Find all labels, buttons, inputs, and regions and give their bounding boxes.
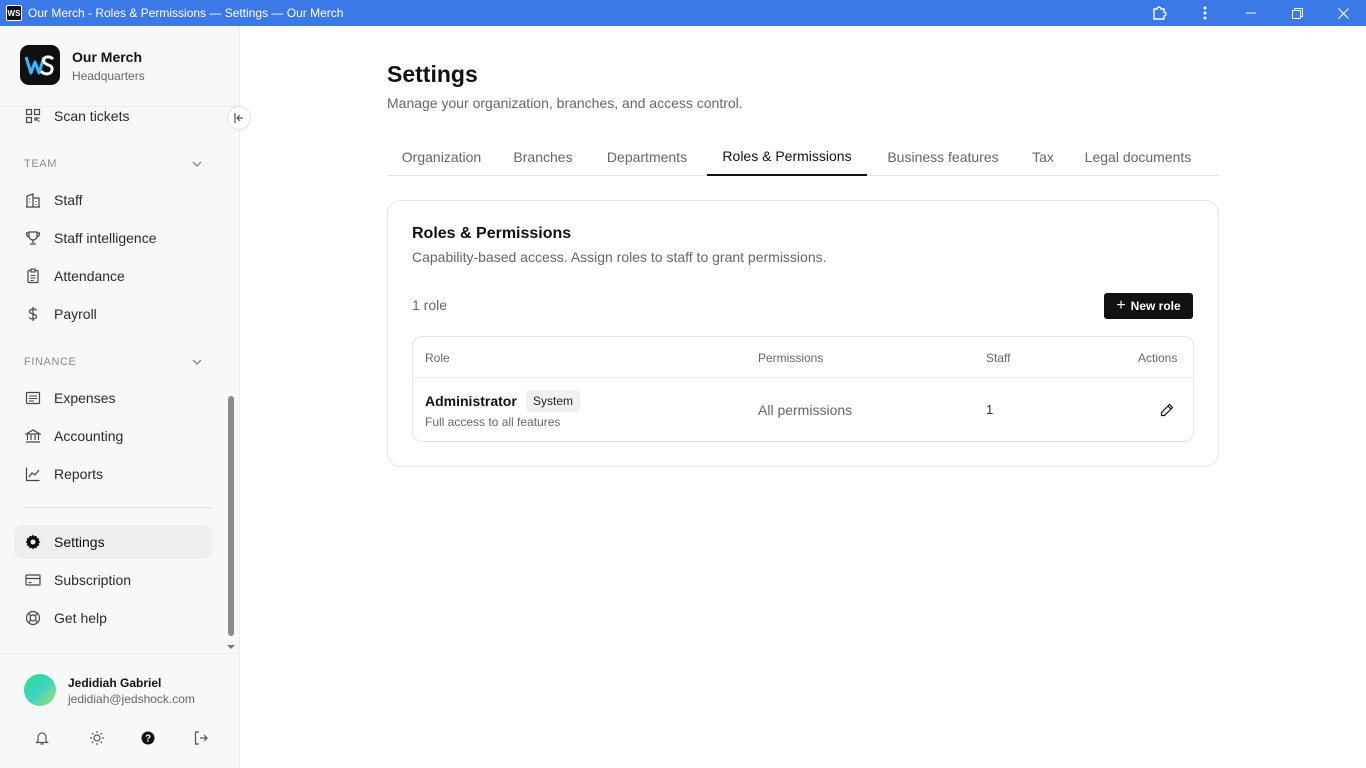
credit-card-icon xyxy=(24,571,42,589)
svg-text:?: ? xyxy=(145,734,151,745)
sidebar-item-label: Scan tickets xyxy=(54,108,130,124)
sidebar-item-subscription[interactable]: Subscription xyxy=(14,563,212,597)
building-icon xyxy=(24,191,42,209)
sidebar-item-label: Reports xyxy=(54,466,104,482)
extensions-icon[interactable] xyxy=(1136,0,1182,26)
sidebar-item-expenses[interactable]: Expenses xyxy=(14,381,212,415)
card-subtitle: Capability-based access. Assign roles to… xyxy=(412,249,827,265)
bank-icon xyxy=(24,427,42,445)
receipt-icon xyxy=(24,389,42,407)
org-subtitle: Headquarters xyxy=(72,69,145,83)
chevron-down-icon xyxy=(192,359,202,365)
gear-icon xyxy=(24,533,42,551)
user-email: jedidiah@jedshock.com xyxy=(68,692,195,706)
sidebar-item-label: Staff intelligence xyxy=(54,230,157,246)
roles-table: Role Permissions Staff Actions Administr… xyxy=(412,336,1194,442)
theme-sun-icon[interactable] xyxy=(87,728,107,748)
tab-departments[interactable]: Departments xyxy=(590,138,704,176)
page-title: Settings xyxy=(387,61,478,87)
roles-card: Roles & Permissions Capability-based acc… xyxy=(387,200,1219,467)
tab-organization[interactable]: Organization xyxy=(387,138,496,176)
section-header-finance[interactable]: FINANCE xyxy=(24,356,202,368)
role-staff-count: 1 xyxy=(986,402,994,417)
sidebar-item-scan-tickets[interactable]: Scan tickets xyxy=(14,99,212,133)
main-content: Settings Manage your organization, branc… xyxy=(240,26,1366,768)
column-header-permissions: Permissions xyxy=(758,351,824,365)
sidebar-item-label: Expenses xyxy=(54,390,116,406)
window-titlebar: WS Our Merch - Roles & Permissions — Set… xyxy=(0,0,1366,26)
settings-tabs: Organization Branches Departments Roles … xyxy=(387,138,1219,176)
section-title: TEAM xyxy=(24,158,57,170)
role-permissions: All permissions xyxy=(758,402,853,418)
notifications-bell-icon[interactable] xyxy=(32,728,52,748)
sidebar-item-label: Attendance xyxy=(54,268,125,284)
column-header-actions: Actions xyxy=(1138,351,1178,365)
more-menu-icon[interactable] xyxy=(1182,0,1228,26)
sidebar-item-label: Get help xyxy=(54,610,107,626)
column-header-staff: Staff xyxy=(986,351,1011,365)
minimize-button[interactable] xyxy=(1228,0,1274,26)
restore-button[interactable] xyxy=(1274,0,1320,26)
sidebar-item-accounting[interactable]: Accounting xyxy=(14,419,212,453)
logout-icon[interactable] xyxy=(191,728,211,748)
sidebar-item-label: Subscription xyxy=(54,572,132,588)
sidebar: Our Merch Headquarters Scan tickets TEAM… xyxy=(0,26,251,768)
sidebar-scrollbar[interactable] xyxy=(228,396,234,636)
section-header-team[interactable]: TEAM xyxy=(24,158,202,170)
user-profile: Jedidiah Gabriel jedidiah@jedshock.com ? xyxy=(0,653,239,768)
section-title: FINANCE xyxy=(24,356,77,368)
qr-scan-icon xyxy=(24,107,42,125)
scroll-down-arrow-icon[interactable] xyxy=(226,638,236,649)
plus-icon: + xyxy=(1116,297,1126,314)
tab-legal-documents[interactable]: Legal documents xyxy=(1069,138,1207,176)
window-title: Our Merch - Roles & Permissions — Settin… xyxy=(28,6,344,20)
sidebar-item-get-help[interactable]: Get help xyxy=(14,601,212,635)
status-badge: System xyxy=(526,390,581,412)
sidebar-item-label: Staff xyxy=(54,192,83,208)
org-name: Our Merch xyxy=(72,49,143,65)
collapse-icon xyxy=(234,113,243,123)
sidebar-item-label: Settings xyxy=(54,534,105,550)
column-header-role: Role xyxy=(425,351,450,365)
sidebar-item-label: Accounting xyxy=(54,428,124,444)
table-header-divider xyxy=(413,377,1193,378)
new-role-label: New role xyxy=(1130,299,1181,313)
tab-business-features[interactable]: Business features xyxy=(869,138,1017,176)
org-switcher[interactable]: Our Merch Headquarters xyxy=(0,26,239,107)
dollar-icon xyxy=(24,305,42,323)
edit-role-button[interactable] xyxy=(1158,401,1176,419)
sidebar-item-attendance[interactable]: Attendance xyxy=(14,259,212,293)
help-icon[interactable]: ? xyxy=(138,728,158,748)
lifebuoy-icon xyxy=(24,609,42,627)
chart-line-icon xyxy=(24,465,42,483)
close-button[interactable] xyxy=(1320,0,1366,26)
avatar[interactable] xyxy=(24,674,56,706)
user-name: Jedidiah Gabriel xyxy=(68,676,162,690)
tab-roles-permissions[interactable]: Roles & Permissions xyxy=(707,138,867,176)
trophy-icon xyxy=(24,229,42,247)
sidebar-divider xyxy=(24,507,212,508)
role-name: Administrator xyxy=(425,393,517,409)
app-icon: WS xyxy=(6,5,22,21)
tab-tax[interactable]: Tax xyxy=(1019,138,1067,176)
chevron-down-icon xyxy=(192,161,202,167)
pencil-icon xyxy=(1160,403,1174,417)
sidebar-item-payroll[interactable]: Payroll xyxy=(14,297,212,331)
clipboard-icon xyxy=(24,267,42,285)
sidebar-item-reports[interactable]: Reports xyxy=(14,457,212,491)
collapse-sidebar-button[interactable] xyxy=(227,106,251,130)
role-count: 1 role xyxy=(412,297,448,313)
sidebar-item-staff-intelligence[interactable]: Staff intelligence xyxy=(14,221,212,255)
new-role-button[interactable]: + New role xyxy=(1104,293,1193,319)
org-logo xyxy=(20,45,60,85)
tab-branches[interactable]: Branches xyxy=(498,138,588,176)
card-title: Roles & Permissions xyxy=(412,225,572,242)
role-description: Full access to all features xyxy=(425,415,561,429)
sidebar-item-label: Payroll xyxy=(54,306,97,322)
page-subtitle: Manage your organization, branches, and … xyxy=(387,95,743,111)
sidebar-item-staff[interactable]: Staff xyxy=(14,183,212,217)
sidebar-item-settings[interactable]: Settings xyxy=(14,525,212,559)
